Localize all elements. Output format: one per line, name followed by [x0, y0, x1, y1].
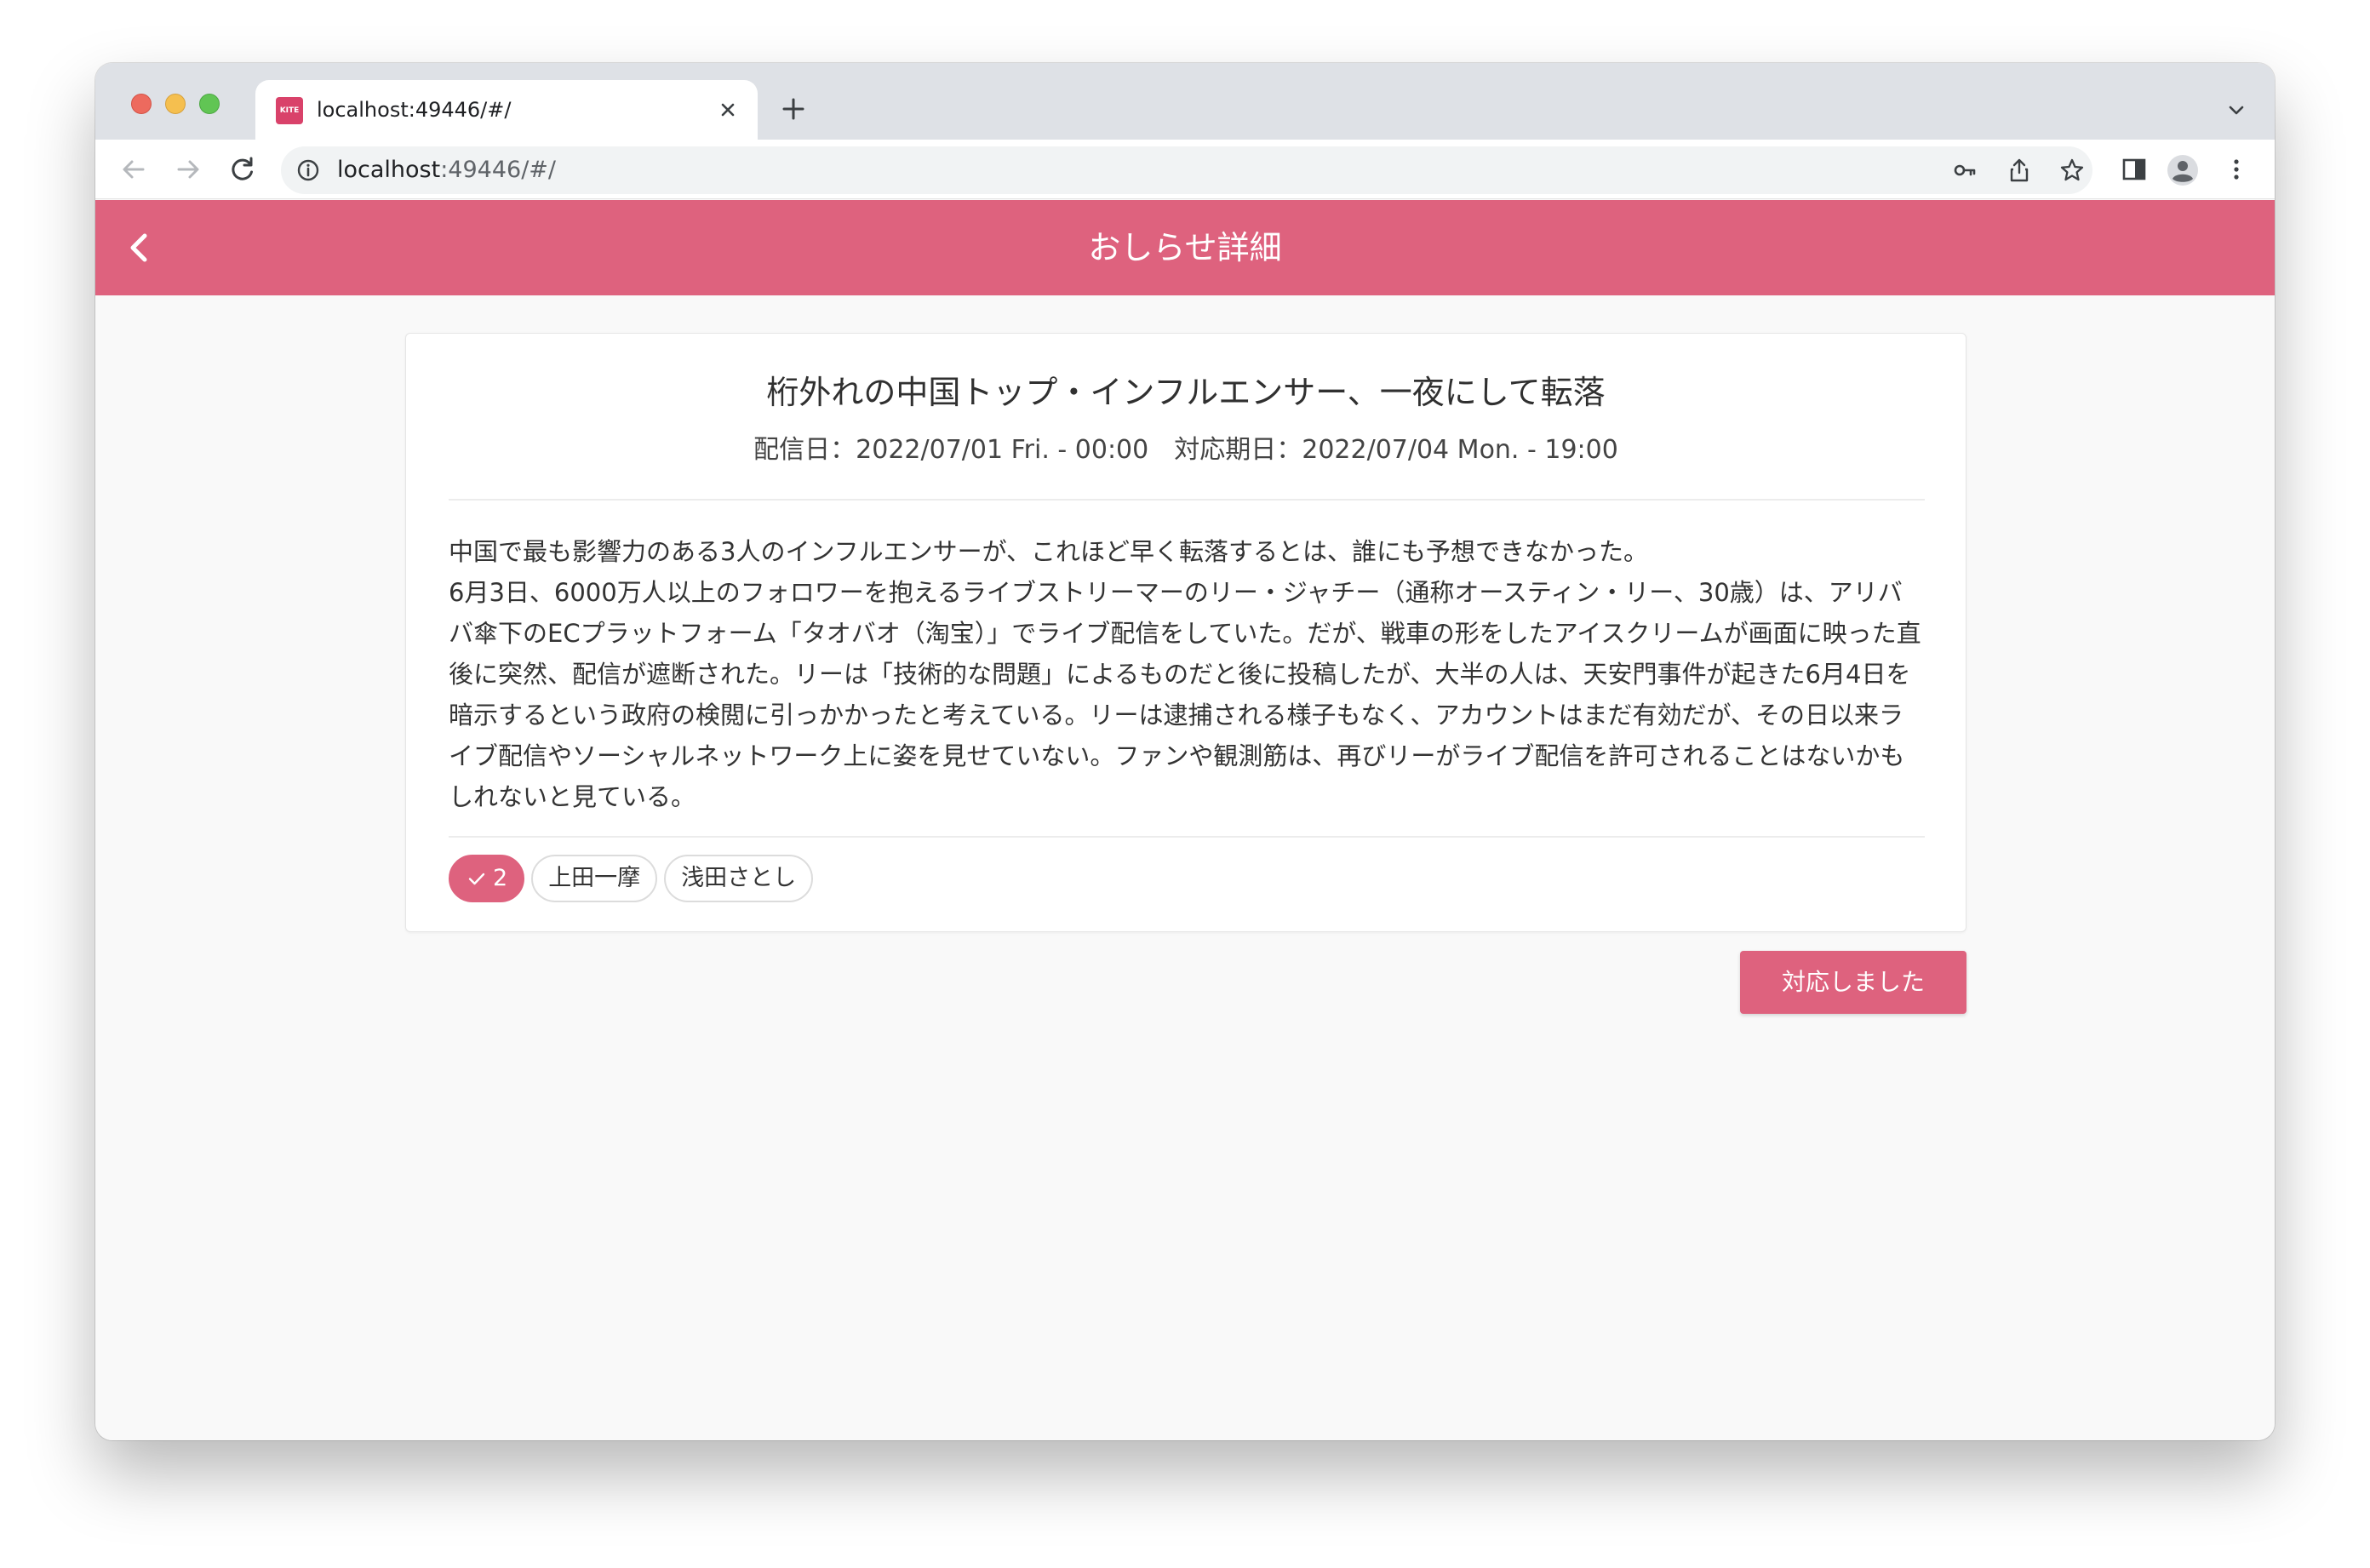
key-icon[interactable] [1951, 157, 1978, 184]
back-arrow-icon[interactable] [116, 152, 152, 187]
url-path: :49446/#/ [440, 157, 557, 183]
url-host: localhost [337, 157, 441, 183]
share-icon[interactable] [2006, 157, 2033, 184]
page-title: おしらせ詳細 [1088, 229, 1282, 266]
user-chip[interactable]: 上田一摩 [531, 855, 658, 902]
check-icon [468, 873, 485, 885]
site-info-icon[interactable] [296, 158, 320, 182]
new-tab-icon[interactable] [776, 92, 810, 126]
app-header: おしらせ詳細 [95, 200, 2275, 295]
bookmark-star-icon[interactable] [2058, 157, 2086, 184]
browser-tab[interactable]: KITE localhost:49446/#/ [255, 80, 758, 140]
body-paragraph: 6月3日、6000万人以上のフォロワーを抱えるライブストリーマーのリー・ジャチー… [449, 578, 1921, 811]
notice-card: 桁外れの中国トップ・インフルエンサー、一夜にして転落 配信日：2022/07/0… [405, 333, 1966, 932]
browser-toolbar: localhost:49446/#/ [95, 140, 2275, 199]
more-menu-icon[interactable] [2222, 155, 2251, 184]
favicon-icon: KITE [276, 97, 303, 124]
profile-avatar-icon[interactable] [2166, 153, 2200, 187]
notice-meta: 配信日：2022/07/01 Fri. - 00:00 対応期日：2022/07… [753, 435, 1618, 465]
divider [449, 499, 1925, 501]
tab-strip: KITE localhost:49446/#/ [95, 63, 2275, 140]
main-content: 桁外れの中国トップ・インフルエンサー、一夜にして転落 配信日：2022/07/0… [95, 295, 2275, 1440]
url-text: localhost:49446/#/ [337, 155, 556, 186]
acknowledge-button[interactable]: 対応しました [1740, 951, 1966, 1014]
user-chip[interactable]: 浅田さとし [664, 855, 814, 902]
side-panel-icon[interactable] [2120, 155, 2149, 184]
body-paragraph: 中国で最も影響力のある3人のインフルエンサーが、これほど早く転落するとは、誰にも… [449, 537, 1649, 566]
tab-title: localhost:49446/#/ [317, 98, 512, 122]
address-bar[interactable]: localhost:49446/#/ [281, 146, 2092, 194]
checked-count: 2 [493, 865, 508, 891]
close-tab-icon[interactable] [713, 95, 742, 124]
read-status-chips: 2 上田一摩 浅田さとし [449, 855, 814, 902]
close-window-button[interactable] [131, 94, 152, 114]
tab-search-chevron-icon[interactable] [2224, 97, 2249, 123]
divider [449, 836, 1925, 838]
checked-count-chip[interactable]: 2 [449, 855, 525, 902]
browser-window: KITE localhost:49446/#/ localhost:49446/… [95, 63, 2275, 1440]
notice-body: 中国で最も影響力のある3人のインフルエンサーが、これほど早く転落するとは、誰にも… [449, 531, 1926, 817]
reload-icon[interactable] [225, 152, 260, 187]
notice-title: 桁外れの中国トップ・インフルエンサー、一夜にして転落 [766, 374, 1606, 411]
minimize-window-button[interactable] [165, 94, 186, 114]
zoom-window-button[interactable] [199, 94, 220, 114]
forward-arrow-icon[interactable] [170, 152, 206, 187]
